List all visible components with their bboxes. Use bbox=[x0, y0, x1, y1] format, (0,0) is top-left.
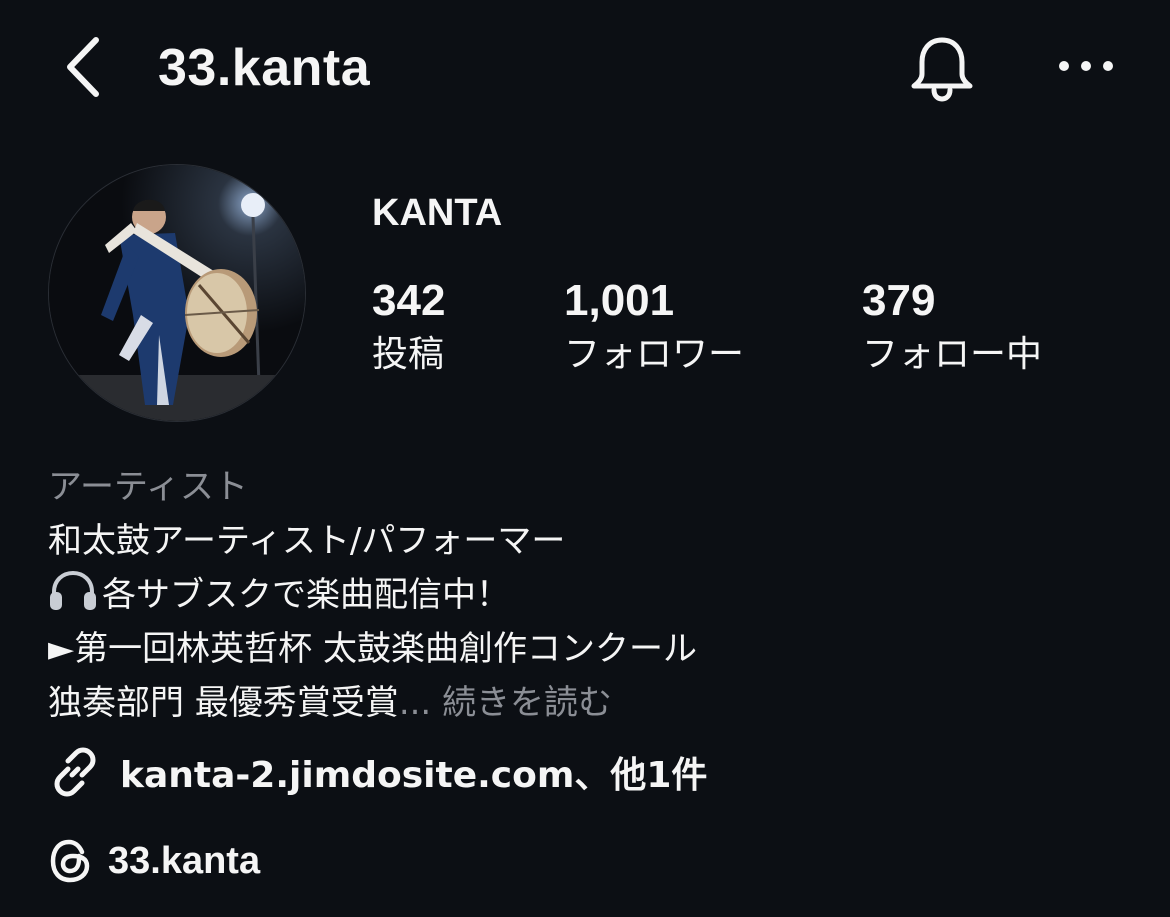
profile-bio: アーティスト 和太鼓アーティスト/パフォーマー 各サブスクで楽曲配信中！ ►第一… bbox=[48, 460, 697, 730]
website-link[interactable]: kanta-2.jimdosite.com、他1件 bbox=[48, 742, 707, 802]
bio-line-2: 各サブスクで楽曲配信中！ bbox=[48, 568, 697, 622]
more-options-button[interactable] bbox=[1054, 44, 1118, 88]
posts-count[interactable]: 342 投稿 bbox=[372, 276, 445, 380]
bio-line-1: 和太鼓アーティスト/パフォーマー bbox=[48, 521, 566, 561]
more-horizontal-icon bbox=[1059, 61, 1113, 71]
threads-icon bbox=[50, 839, 90, 883]
bio-line-4-text: 独奏部門 最優秀賞受賞 bbox=[48, 683, 399, 723]
posts-count-value: 342 bbox=[372, 276, 446, 325]
headphones-icon bbox=[50, 570, 96, 610]
following-count-value: 379 bbox=[862, 276, 936, 325]
profile-avatar[interactable] bbox=[48, 164, 306, 422]
bio-ellipsis: ... bbox=[398, 683, 432, 723]
top-bar: 33.kanta bbox=[0, 0, 1170, 140]
following-count-label: フォロー中 bbox=[862, 334, 1043, 375]
back-button[interactable] bbox=[58, 34, 108, 100]
read-more-link[interactable]: 続きを読む bbox=[442, 683, 612, 723]
threads-link[interactable]: 33.kanta bbox=[48, 832, 260, 890]
following-count[interactable]: 379 フォロー中 bbox=[862, 276, 1042, 380]
followers-count-value: 1,001 bbox=[564, 276, 675, 325]
bio-line-2-text: 各サブスクで楽曲配信中！ bbox=[102, 575, 510, 615]
profile-username-title: 33.kanta bbox=[158, 39, 371, 97]
bio-line-3: ►第一回林英哲杯 太鼓楽曲創作コンクール bbox=[48, 629, 697, 669]
profile-category: アーティスト bbox=[48, 467, 248, 507]
posts-count-label: 投稿 bbox=[372, 334, 445, 375]
link-icon bbox=[54, 747, 96, 797]
followers-count-label: フォロワー bbox=[564, 334, 745, 375]
display-name: KANTA bbox=[372, 192, 503, 234]
notifications-button[interactable] bbox=[906, 32, 978, 104]
bell-icon bbox=[911, 37, 973, 102]
bio-line-4: 独奏部門 最優秀賞受賞... 続きを読む bbox=[48, 676, 697, 730]
avatar-photo bbox=[49, 165, 305, 421]
website-link-text: kanta-2.jimdosite.com、他1件 bbox=[120, 755, 708, 796]
threads-handle: 33.kanta bbox=[108, 839, 261, 882]
chevron-left-icon bbox=[67, 37, 99, 97]
followers-count[interactable]: 1,001 フォロワー bbox=[564, 276, 744, 380]
